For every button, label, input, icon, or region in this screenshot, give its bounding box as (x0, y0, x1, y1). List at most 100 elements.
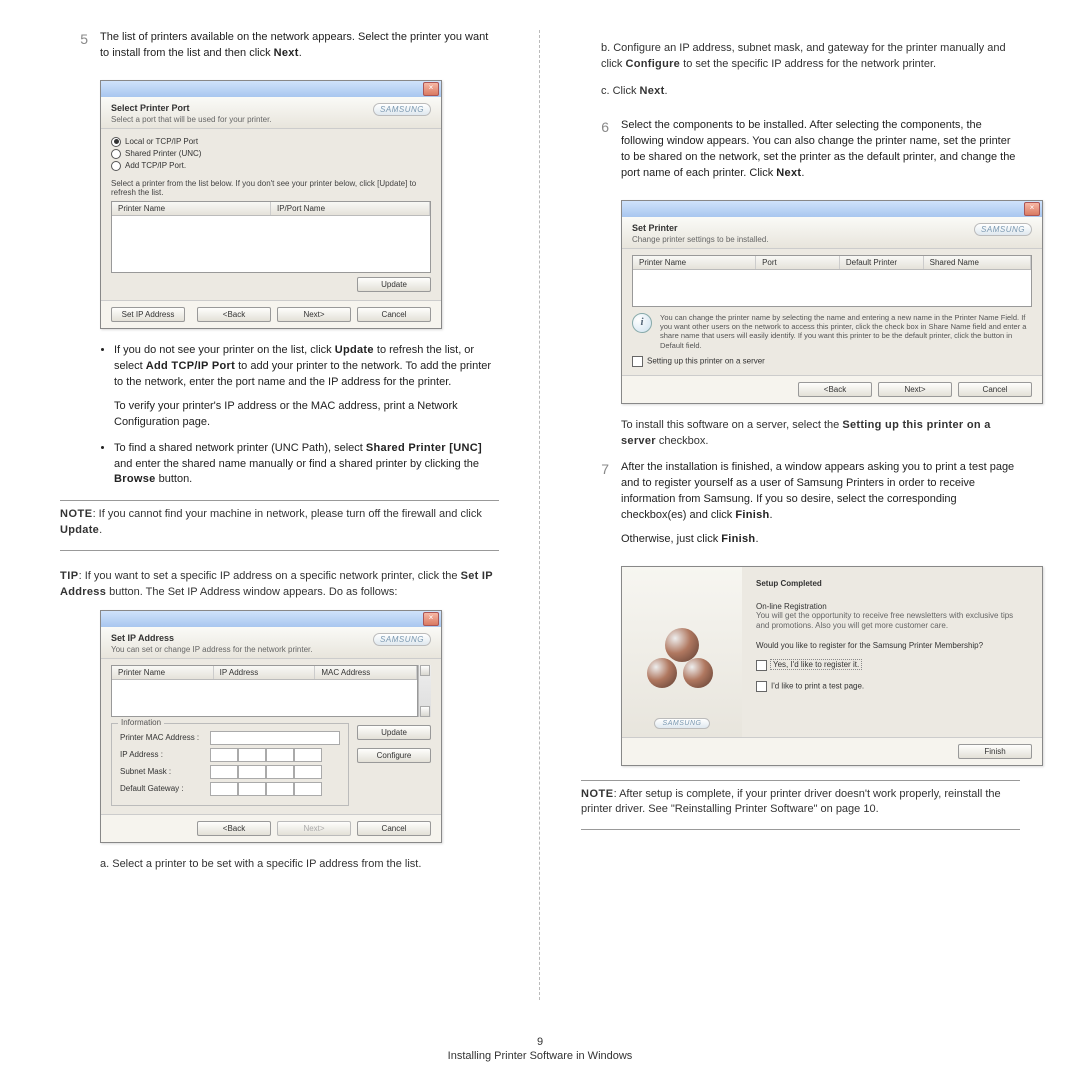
subnet-input[interactable] (210, 765, 322, 779)
dlg1-col-ipport: IP/Port Name (271, 202, 430, 215)
tip1d: button. The Set IP Address window appear… (106, 586, 397, 598)
step5-dot: . (299, 47, 302, 59)
f-ip: IP Address : (120, 750, 210, 759)
page-footer: 9 Installing Printer Software in Windows (0, 1036, 1080, 1062)
dlg1-printer-list[interactable]: Printer Name IP/Port Name (111, 201, 431, 273)
register-checkbox[interactable] (756, 660, 767, 671)
substep-b: b. Configure an IP address, subnet mask,… (601, 41, 1020, 73)
b1d: Add TCP/IP Port (146, 360, 235, 372)
note1b: : If you cannot find your machine in net… (93, 508, 482, 520)
step-number-7: 7 (581, 460, 621, 556)
ip-input[interactable] (210, 748, 322, 762)
testpage-checkbox[interactable] (756, 681, 767, 692)
tip1: TIP: If you want to set a specific IP ad… (60, 569, 499, 600)
radio-add-tcpip[interactable] (111, 161, 121, 171)
step6-text: Select the components to be installed. A… (621, 119, 1015, 179)
note1c: Update (60, 524, 99, 536)
b1p2: To verify your printer's IP address or t… (114, 399, 499, 431)
radio-label-1: Local or TCP/IP Port (125, 137, 198, 146)
samsung-logo: SAMSUNG (373, 103, 431, 116)
b1b: Update (335, 344, 374, 356)
note1-rule-top (60, 500, 499, 501)
c1c: . (665, 85, 668, 97)
server-checkbox[interactable] (632, 356, 643, 367)
step5-next: Next (274, 47, 299, 59)
d3-c4: Shared Name (924, 256, 1031, 269)
cancel-button[interactable]: Cancel (958, 382, 1032, 397)
close-icon[interactable]: × (423, 82, 439, 96)
dlg3-chk: Setting up this printer on a server (647, 357, 765, 366)
back-button[interactable]: <Back (197, 307, 271, 322)
note1-rule-bot (60, 550, 499, 551)
manual-page: 5 The list of printers available on the … (0, 0, 1080, 1080)
dialog-set-ip-address: × Set IP Address You can set or change I… (100, 610, 442, 843)
configure-button[interactable]: Configure (357, 748, 431, 763)
left-column: 5 The list of printers available on the … (60, 30, 499, 1000)
b2d: Browse (114, 473, 156, 485)
d3-c2: Port (756, 256, 840, 269)
radio-label-2: Shared Printer (UNC) (125, 149, 201, 158)
p3a: To install this software on a server, se… (621, 419, 842, 431)
step-number-5: 5 (60, 30, 100, 70)
note1-label: NOTE (60, 508, 93, 520)
dlg2-title: Set IP Address (111, 633, 312, 643)
dlg2-c3: MAC Address (315, 666, 417, 679)
b1b: Configure (625, 58, 680, 70)
next-button[interactable]: Next> (277, 821, 351, 836)
note2-label: NOTE (581, 788, 614, 800)
samsung-logo: SAMSUNG (654, 718, 711, 729)
dlg1-col-printer-name: Printer Name (112, 202, 271, 215)
dlg4-title: Setup Completed (756, 579, 1028, 588)
dlg4-reg-t: You will get the opportunity to receive … (756, 611, 1028, 631)
cancel-button[interactable]: Cancel (357, 307, 431, 322)
p3c: checkbox. (656, 435, 709, 447)
cancel-button[interactable]: Cancel (357, 821, 431, 836)
next-button[interactable]: Next> (277, 307, 351, 322)
close-icon[interactable]: × (1024, 202, 1040, 216)
c1b: Next (640, 85, 665, 97)
gateway-input[interactable] (210, 782, 322, 796)
back-button[interactable]: <Back (197, 821, 271, 836)
column-divider (539, 30, 541, 1000)
finish-button[interactable]: Finish (958, 744, 1032, 759)
radio-label-3: Add TCP/IP Port. (125, 161, 186, 170)
dlg3-subtitle: Change printer settings to be installed. (632, 235, 769, 244)
c1a: c. Click (601, 85, 640, 97)
dialog-setup-completed: SAMSUNG Setup Completed On-line Registra… (621, 566, 1043, 766)
mac-input[interactable] (210, 731, 340, 745)
back-button[interactable]: <Back (798, 382, 872, 397)
dlg3-title: Set Printer (632, 223, 769, 233)
info-icon: i (632, 313, 652, 333)
samsung-logo: SAMSUNG (373, 633, 431, 646)
dlg2-printer-list[interactable]: Printer Name IP Address MAC Address (111, 665, 418, 717)
after-dlg3: To install this software on a server, se… (621, 418, 1020, 450)
radio-local-tcpip[interactable] (111, 137, 121, 147)
step6-next: Next (776, 167, 801, 179)
footer-title: Installing Printer Software in Windows (448, 1050, 633, 1062)
next-button[interactable]: Next> (878, 382, 952, 397)
s7t2b: Finish (721, 533, 755, 545)
setup-sidebar-image: SAMSUNG (622, 567, 742, 737)
dlg3-table[interactable]: Printer Name Port Default Printer Shared… (632, 255, 1032, 307)
step5-bullets: If you do not see your printer on the li… (100, 343, 499, 489)
step5-body: The list of printers available on the ne… (100, 30, 499, 70)
page-number: 9 (0, 1036, 1080, 1048)
f-sm: Subnet Mask : (120, 767, 210, 776)
note2-rule-top (581, 780, 1020, 781)
s7t1: After the installation is finished, a wi… (621, 461, 1014, 521)
d3-c1: Printer Name (633, 256, 756, 269)
dlg2-subtitle: You can set or change IP address for the… (111, 645, 312, 654)
dlg2-c2: IP Address (214, 666, 316, 679)
two-column-layout: 5 The list of printers available on the … (60, 30, 1020, 1000)
update-button[interactable]: Update (357, 725, 431, 740)
dlg1-instruction: Select a printer from the list below. If… (111, 179, 431, 197)
scrollbar[interactable] (418, 665, 431, 717)
samsung-logo: SAMSUNG (974, 223, 1032, 236)
set-ip-address-button[interactable]: Set IP Address (111, 307, 185, 322)
right-column: b. Configure an IP address, subnet mask,… (581, 30, 1020, 1000)
radio-shared-unc[interactable] (111, 149, 121, 159)
s7t1b: Finish (735, 509, 769, 521)
close-icon[interactable]: × (423, 612, 439, 626)
update-button[interactable]: Update (357, 277, 431, 292)
dlg1-subtitle: Select a port that will be used for your… (111, 115, 272, 124)
